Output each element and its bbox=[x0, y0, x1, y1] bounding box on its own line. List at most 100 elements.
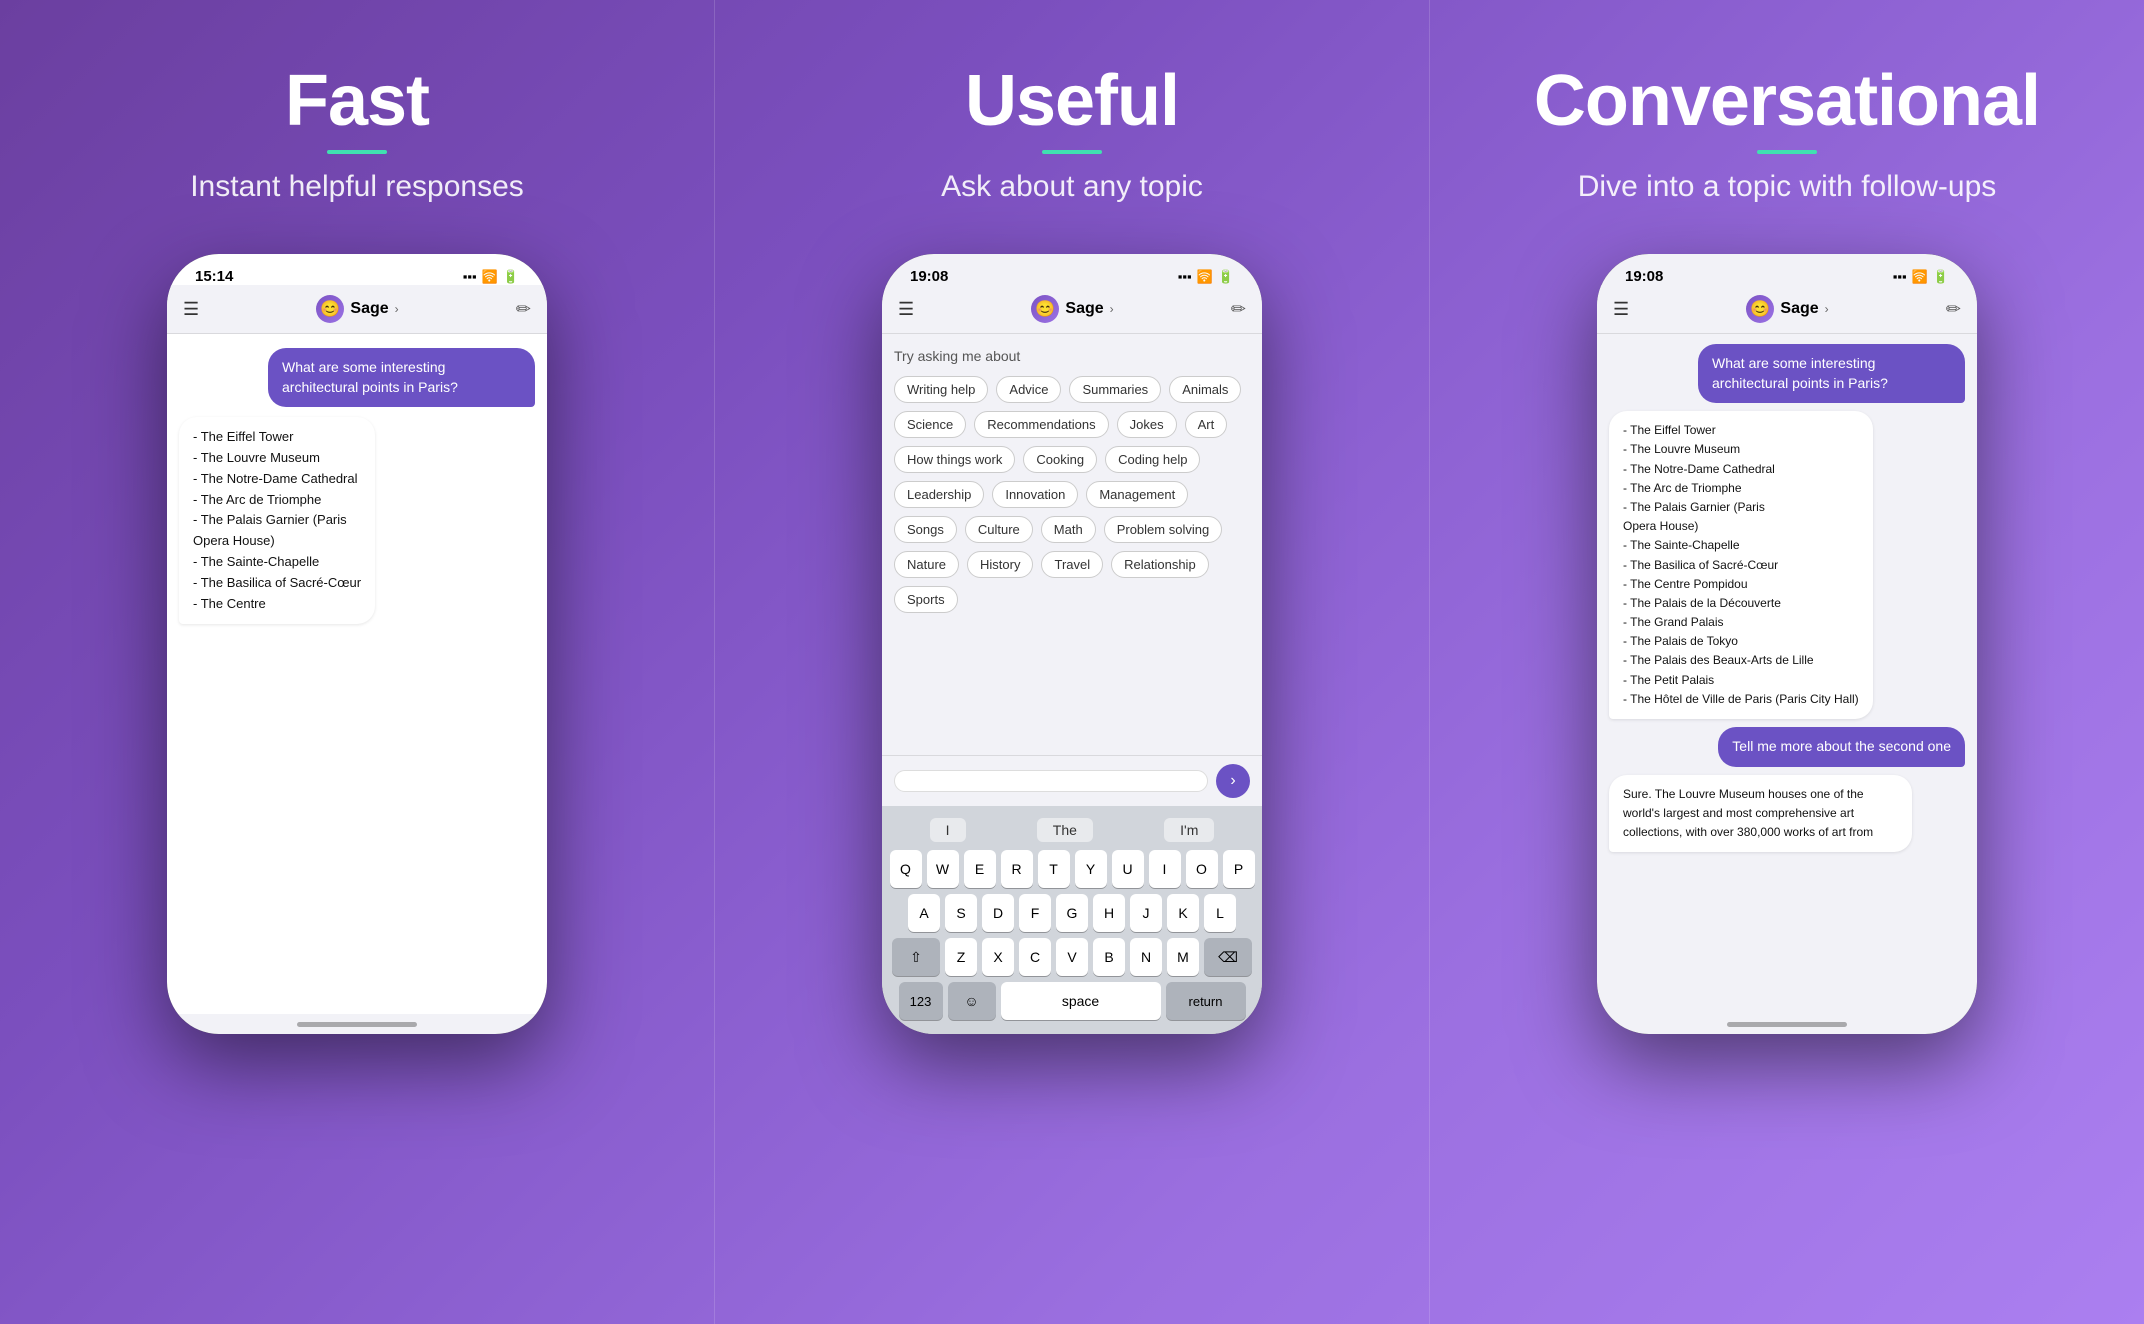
tag-travel[interactable]: Travel bbox=[1041, 551, 1103, 578]
input-bar-useful: › bbox=[882, 755, 1262, 806]
tag-writing-help[interactable]: Writing help bbox=[894, 376, 988, 403]
chat-input-useful[interactable] bbox=[894, 770, 1208, 792]
phone-fast-navbar: ☰ 😊 Sage › ✏ bbox=[167, 285, 547, 334]
tag-coding-help[interactable]: Coding help bbox=[1105, 446, 1200, 473]
tag-culture[interactable]: Culture bbox=[965, 516, 1033, 543]
key-G[interactable]: G bbox=[1056, 894, 1088, 932]
tag-art[interactable]: Art bbox=[1185, 411, 1228, 438]
key-E[interactable]: E bbox=[964, 850, 996, 888]
avatar-3: 😊 bbox=[1746, 295, 1774, 323]
ai-bubble-conv-2: Sure. The Louvre Museum houses one of th… bbox=[1609, 775, 1912, 853]
autocomplete-I[interactable]: I bbox=[930, 818, 966, 842]
tag-recommendations[interactable]: Recommendations bbox=[974, 411, 1108, 438]
key-K[interactable]: K bbox=[1167, 894, 1199, 932]
key-delete[interactable]: ⌫ bbox=[1204, 938, 1252, 976]
key-S[interactable]: S bbox=[945, 894, 977, 932]
key-R[interactable]: R bbox=[1001, 850, 1033, 888]
key-num[interactable]: 123 bbox=[899, 982, 943, 1020]
tag-sports[interactable]: Sports bbox=[894, 586, 958, 613]
tag-cooking[interactable]: Cooking bbox=[1023, 446, 1097, 473]
wifi-icon-2: 🛜 bbox=[1197, 269, 1213, 285]
key-F[interactable]: F bbox=[1019, 894, 1051, 932]
tag-math[interactable]: Math bbox=[1041, 516, 1096, 543]
keyboard-useful: I The I'm Q W E R T Y U I O P bbox=[882, 806, 1262, 1034]
autocomplete-The[interactable]: The bbox=[1037, 818, 1093, 842]
key-I[interactable]: I bbox=[1149, 850, 1181, 888]
key-H[interactable]: H bbox=[1093, 894, 1125, 932]
key-V[interactable]: V bbox=[1056, 938, 1088, 976]
tag-jokes[interactable]: Jokes bbox=[1117, 411, 1177, 438]
phone-fast-screen: ☰ 😊 Sage › ✏ What are some interesting a… bbox=[167, 285, 547, 1014]
home-indicator bbox=[297, 1022, 417, 1027]
key-emoji[interactable]: ☺ bbox=[948, 982, 996, 1020]
key-space[interactable]: space bbox=[1001, 982, 1161, 1020]
tag-management[interactable]: Management bbox=[1086, 481, 1188, 508]
key-U[interactable]: U bbox=[1112, 850, 1144, 888]
tag-relationship[interactable]: Relationship bbox=[1111, 551, 1209, 578]
tag-summaries[interactable]: Summaries bbox=[1069, 376, 1161, 403]
tag-science[interactable]: Science bbox=[894, 411, 966, 438]
key-J[interactable]: J bbox=[1130, 894, 1162, 932]
tag-nature[interactable]: Nature bbox=[894, 551, 959, 578]
phone-conv-time: 19:08 bbox=[1625, 268, 1663, 285]
tag-animals[interactable]: Animals bbox=[1169, 376, 1241, 403]
key-Z[interactable]: Z bbox=[945, 938, 977, 976]
phone-useful-navbar: ☰ 😊 Sage › ✏ bbox=[882, 285, 1262, 334]
edit-icon-2[interactable]: ✏ bbox=[1231, 299, 1246, 320]
panel-fast-underline bbox=[327, 150, 387, 154]
battery-icon: 🔋 bbox=[503, 269, 519, 285]
hamburger-icon-2[interactable]: ☰ bbox=[898, 299, 914, 320]
suggestions-tags: Writing help Advice Summaries Animals Sc… bbox=[894, 376, 1250, 613]
key-W[interactable]: W bbox=[927, 850, 959, 888]
tag-how-things-work[interactable]: How things work bbox=[894, 446, 1015, 473]
chevron-icon: › bbox=[395, 302, 399, 316]
key-T[interactable]: T bbox=[1038, 850, 1070, 888]
hamburger-icon[interactable]: ☰ bbox=[183, 299, 199, 320]
key-M[interactable]: M bbox=[1167, 938, 1199, 976]
chat-area-conv: What are some interesting architectural … bbox=[1597, 334, 1977, 1014]
chat-area-fast: What are some interesting architectural … bbox=[167, 334, 547, 1014]
tag-advice[interactable]: Advice bbox=[996, 376, 1061, 403]
tag-problem-solving[interactable]: Problem solving bbox=[1104, 516, 1223, 543]
suggestions-label: Try asking me about bbox=[894, 348, 1250, 364]
edit-icon[interactable]: ✏ bbox=[516, 299, 531, 320]
hamburger-icon-3[interactable]: ☰ bbox=[1613, 299, 1629, 320]
phone-conv-status: ▪▪▪ 🛜 🔋 bbox=[1893, 269, 1949, 285]
autocomplete-Im[interactable]: I'm bbox=[1164, 818, 1214, 842]
key-shift[interactable]: ⇧ bbox=[892, 938, 940, 976]
key-Q[interactable]: Q bbox=[890, 850, 922, 888]
suggestions-area: Try asking me about Writing help Advice … bbox=[882, 334, 1262, 755]
edit-icon-3[interactable]: ✏ bbox=[1946, 299, 1961, 320]
key-D[interactable]: D bbox=[982, 894, 1014, 932]
send-button-useful[interactable]: › bbox=[1216, 764, 1250, 798]
autocomplete-bar: I The I'm bbox=[886, 814, 1258, 850]
phone-useful: 19:08 ▪▪▪ 🛜 🔋 ☰ 😊 Sage › bbox=[882, 254, 1262, 1034]
panels-container: Fast Instant helpful responses 15:14 ▪▪▪… bbox=[0, 0, 2144, 1324]
panel-useful-underline bbox=[1042, 150, 1102, 154]
key-L[interactable]: L bbox=[1204, 894, 1236, 932]
key-P[interactable]: P bbox=[1223, 850, 1255, 888]
tag-leadership[interactable]: Leadership bbox=[894, 481, 984, 508]
phone-useful-screen: ☰ 😊 Sage › ✏ Try asking me about Writing… bbox=[882, 285, 1262, 1034]
key-C[interactable]: C bbox=[1019, 938, 1051, 976]
key-O[interactable]: O bbox=[1186, 850, 1218, 888]
nav-center: 😊 Sage › bbox=[316, 295, 398, 323]
key-X[interactable]: X bbox=[982, 938, 1014, 976]
tag-history[interactable]: History bbox=[967, 551, 1033, 578]
avatar: 😊 bbox=[316, 295, 344, 323]
key-Y[interactable]: Y bbox=[1075, 850, 1107, 888]
phone-useful-notch: 19:08 ▪▪▪ 🛜 🔋 bbox=[882, 254, 1262, 285]
keyboard-row-2: A S D F G H J K L bbox=[886, 894, 1258, 932]
nav-center-2: 😊 Sage › bbox=[1031, 295, 1113, 323]
phone-useful-status: ▪▪▪ 🛜 🔋 bbox=[1178, 269, 1234, 285]
keyboard-row-1: Q W E R T Y U I O P bbox=[886, 850, 1258, 888]
tag-songs[interactable]: Songs bbox=[894, 516, 957, 543]
key-B[interactable]: B bbox=[1093, 938, 1125, 976]
key-A[interactable]: A bbox=[908, 894, 940, 932]
tag-innovation[interactable]: Innovation bbox=[992, 481, 1078, 508]
nav-center-3: 😊 Sage › bbox=[1746, 295, 1828, 323]
key-N[interactable]: N bbox=[1130, 938, 1162, 976]
key-return[interactable]: return bbox=[1166, 982, 1246, 1020]
keyboard-row-4: 123 ☺ space return bbox=[886, 982, 1258, 1020]
phone-conv-notch: 19:08 ▪▪▪ 🛜 🔋 bbox=[1597, 254, 1977, 285]
